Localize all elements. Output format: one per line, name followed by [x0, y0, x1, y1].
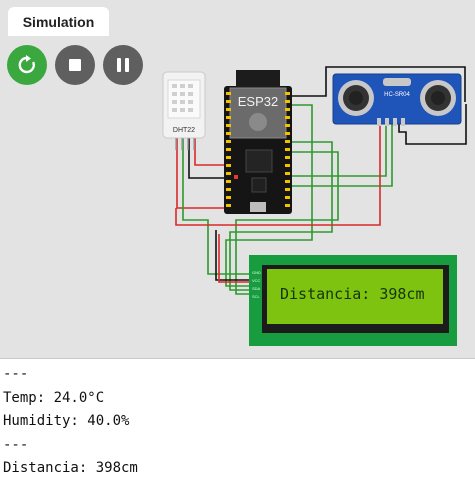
- dht22-sensor[interactable]: DHT22: [162, 71, 206, 150]
- lcd-pin-vcc: VCC: [252, 278, 261, 283]
- console-line: Distancia: 398cm: [3, 460, 138, 477]
- lcd-pin-scl: SCL: [252, 294, 261, 299]
- esp32-board[interactable]: ESP32: [224, 70, 292, 214]
- console-line: ---: [3, 366, 29, 382]
- lcd-display[interactable]: Distancia: 398cm GND VCC SDA SCL: [249, 255, 457, 346]
- esp32-label: ESP32: [238, 94, 278, 109]
- ultrasonic-label: HC-SR04: [384, 92, 410, 98]
- lcd-pin-gnd: GND: [252, 270, 261, 275]
- lcd-pin-sda: SDA: [252, 286, 261, 291]
- simulation-panel: Simulation DHT22 ESP32 HC-SR04 Distancia…: [0, 0, 475, 358]
- lcd-text: Distancia: 398cm: [280, 285, 425, 303]
- console-line: Humidity: 40.0%: [3, 413, 130, 430]
- console-line: ---: [3, 436, 29, 453]
- dht22-label: DHT22: [173, 127, 195, 134]
- serial-monitor[interactable]: --- Temp: 24.0°C Humidity: 40.0% --- Dis…: [0, 359, 475, 482]
- ultrasonic-sensor[interactable]: HC-SR04: [332, 73, 462, 126]
- console-line: Temp: 24.0°C: [3, 389, 105, 406]
- circuit-canvas[interactable]: DHT22 ESP32 HC-SR04 Distancia: 398cm GND…: [0, 0, 475, 358]
